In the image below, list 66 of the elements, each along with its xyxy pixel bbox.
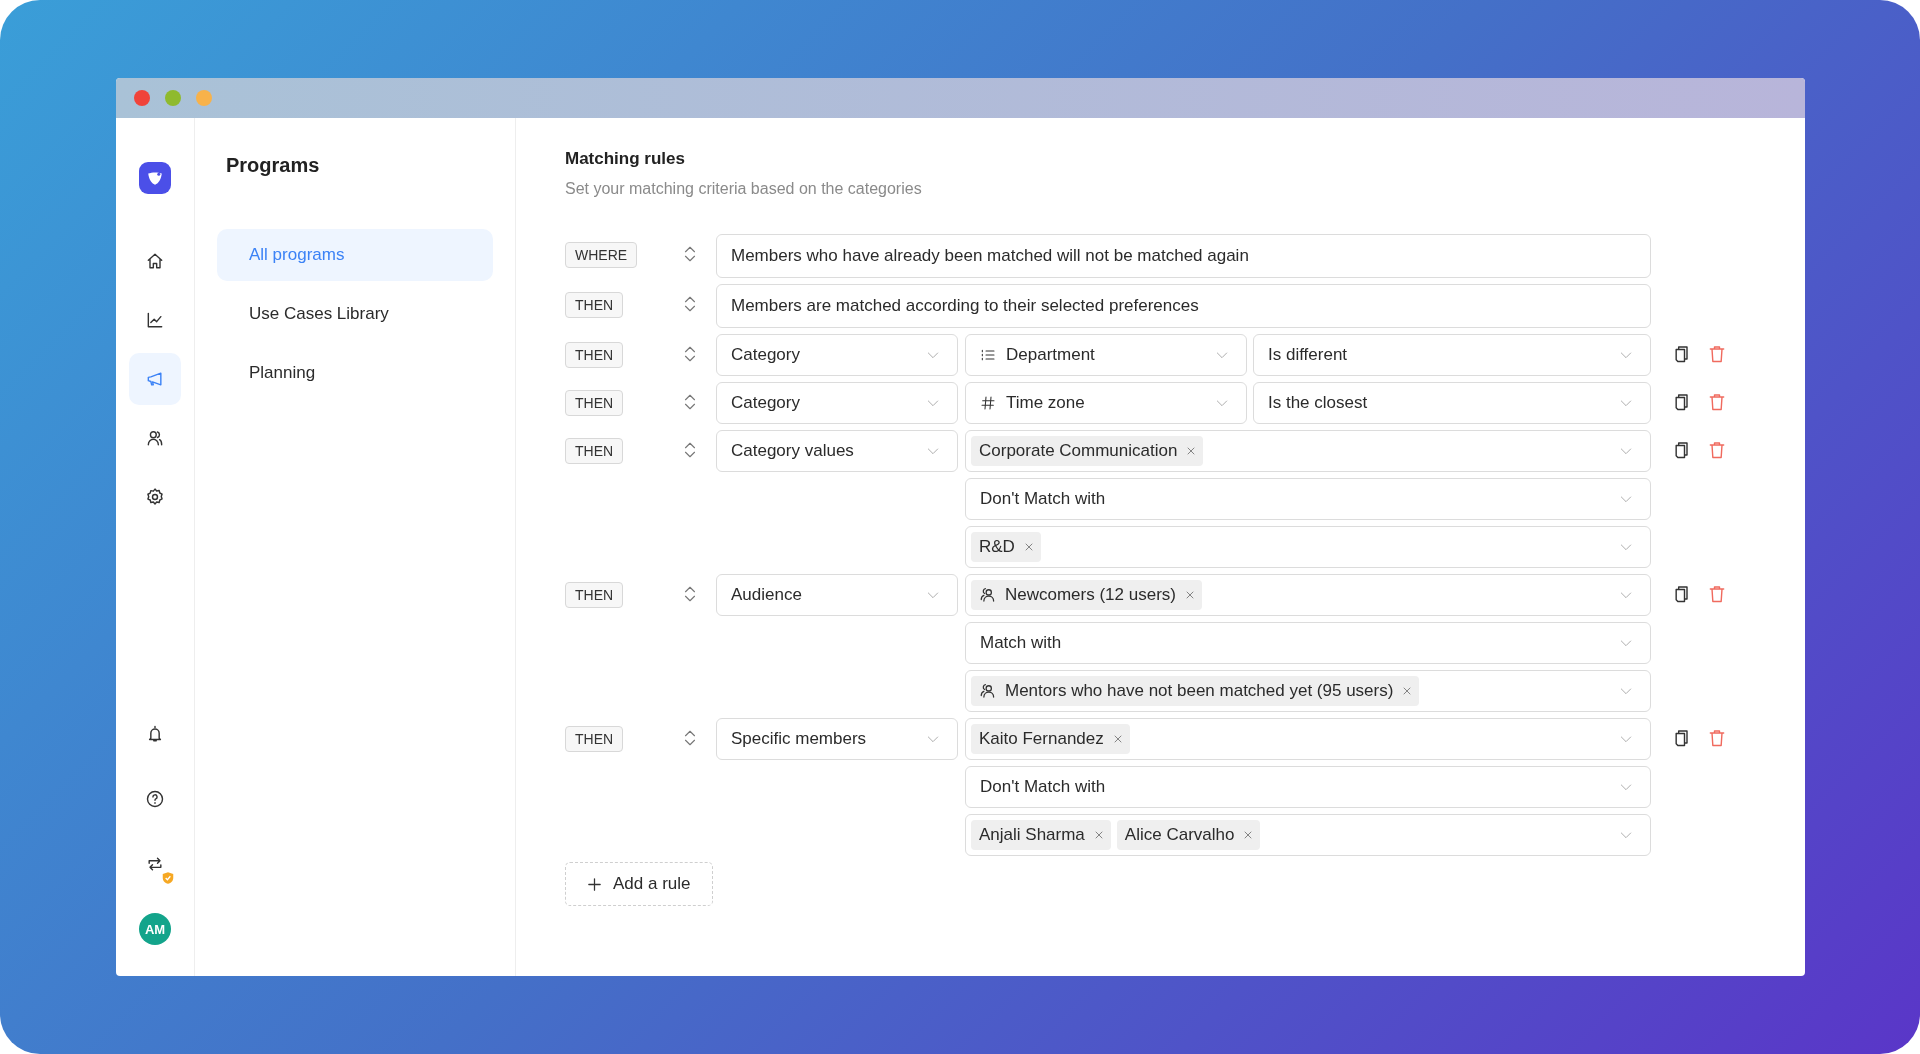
delete-button[interactable] bbox=[1707, 584, 1727, 604]
rule-keyword: THEN bbox=[565, 582, 624, 608]
delete-button[interactable] bbox=[1707, 392, 1727, 412]
rule-keyword: THEN bbox=[565, 390, 624, 416]
dropdown[interactable]: Newcomers (12 users) bbox=[965, 574, 1651, 616]
dropdown[interactable]: Category values bbox=[716, 430, 958, 472]
section-title: Matching rules bbox=[565, 148, 686, 170]
delete-button[interactable] bbox=[1707, 728, 1727, 748]
trash-icon bbox=[1707, 392, 1727, 412]
rule-text-field[interactable]: Members who have already been matched will not be matched again bbox=[716, 234, 1651, 278]
rule-keyword: THEN bbox=[565, 726, 624, 752]
trash-icon bbox=[1707, 584, 1727, 604]
rule-text: Members are matched according to their selected preferences bbox=[731, 296, 1199, 316]
settings-icon bbox=[145, 487, 165, 507]
tag: Alice Carvalho bbox=[1116, 820, 1261, 850]
dropdown[interactable]: Match with bbox=[965, 622, 1651, 664]
tag: Newcomers (12 users) bbox=[971, 580, 1202, 610]
dropdown[interactable]: Audience bbox=[716, 574, 958, 616]
rule-text: Members who have already been matched will not be matched again bbox=[731, 246, 1249, 266]
plus-icon bbox=[586, 875, 603, 893]
remove-icon[interactable] bbox=[1184, 589, 1196, 601]
shield-badge-icon bbox=[161, 871, 175, 885]
sidebar-item[interactable]: Planning bbox=[217, 347, 493, 399]
dropdown[interactable]: Kaito Fernandez bbox=[965, 718, 1651, 760]
dropdown[interactable]: R&D bbox=[965, 526, 1651, 568]
rule-keyword: THEN bbox=[565, 438, 624, 464]
dropdown[interactable]: Is different bbox=[1253, 334, 1651, 376]
trash-icon bbox=[1707, 440, 1727, 460]
dropdown[interactable]: Is the closest bbox=[1253, 382, 1651, 424]
dropdown[interactable]: Corporate Communication bbox=[965, 430, 1651, 472]
list-icon bbox=[980, 347, 996, 363]
dropdown[interactable]: Category bbox=[716, 382, 958, 424]
hash-icon bbox=[980, 395, 996, 411]
rule-text-field[interactable]: Members are matched according to their selected preferences bbox=[716, 284, 1651, 328]
dropdown[interactable]: Specific members bbox=[716, 718, 958, 760]
dropdown[interactable]: Anjali Sharma Alice Carvalho bbox=[965, 814, 1651, 856]
add-rule-button[interactable]: Add a rule bbox=[565, 862, 713, 906]
dropdown[interactable]: Time zone bbox=[965, 382, 1247, 424]
tag: R&D bbox=[971, 532, 1041, 562]
dropdown[interactable]: Mentors who have not been matched yet (95 users) bbox=[965, 670, 1651, 712]
section-subtitle: Set your matching criteria based on the categories bbox=[565, 180, 923, 198]
rule-keyword: WHERE bbox=[565, 242, 638, 268]
home-icon bbox=[145, 251, 165, 271]
delete-button[interactable] bbox=[1707, 440, 1727, 460]
trash-icon bbox=[1707, 728, 1727, 748]
tag: Anjali Sharma bbox=[971, 820, 1111, 850]
rule-keyword: THEN bbox=[565, 292, 624, 318]
dropdown[interactable]: Department bbox=[965, 334, 1247, 376]
sidebar-item[interactable]: Use Cases Library bbox=[217, 288, 493, 340]
app-logo[interactable] bbox=[139, 162, 171, 194]
swap-arrows-icon bbox=[145, 854, 165, 874]
close-window-button[interactable] bbox=[134, 90, 150, 106]
tag: Kaito Fernandez bbox=[971, 724, 1130, 754]
sidebar-item[interactable]: All programs bbox=[217, 229, 493, 281]
sidebar-title: Programs bbox=[226, 153, 321, 178]
dropdown[interactable]: Don't Match with bbox=[965, 478, 1651, 520]
help-icon bbox=[145, 789, 165, 809]
tag: Mentors who have not been matched yet (95 users) bbox=[971, 676, 1420, 706]
dropdown[interactable]: Don't Match with bbox=[965, 766, 1651, 808]
tag: Corporate Communication bbox=[971, 436, 1204, 466]
delete-button[interactable] bbox=[1707, 344, 1727, 364]
trash-icon bbox=[1707, 344, 1727, 364]
people-icon bbox=[145, 428, 165, 448]
line-chart-icon bbox=[145, 310, 165, 330]
rule-keyword: THEN bbox=[565, 342, 624, 368]
dropdown[interactable]: Category bbox=[716, 334, 958, 376]
